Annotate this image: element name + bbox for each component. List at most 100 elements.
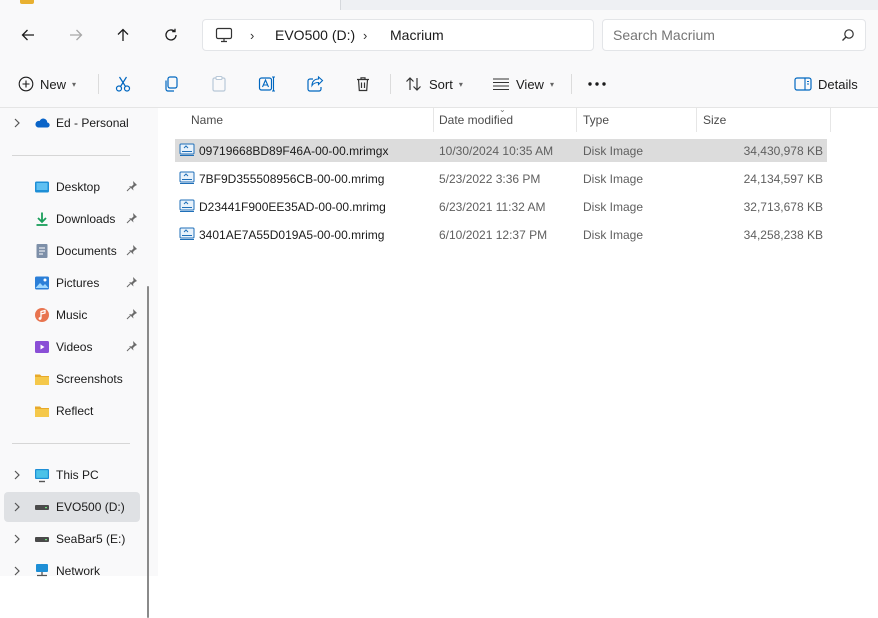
column-header-size[interactable]: Size	[697, 108, 830, 132]
nav-label: Pictures	[56, 276, 100, 290]
file-list: Name ⌄ Date modified Type Size 09719668B…	[158, 105, 878, 576]
column-divider[interactable]	[830, 108, 831, 132]
pictures-icon	[35, 276, 49, 290]
file-row[interactable]: 3401AE7A55D019A5-00-00.mrimg 6/10/2021 1…	[175, 223, 827, 246]
tab-strip	[0, 0, 878, 10]
back-button[interactable]	[15, 23, 41, 47]
delete-button[interactable]	[354, 72, 372, 96]
view-label: View	[516, 76, 544, 92]
file-type: Disk Image	[583, 172, 644, 186]
cut-button[interactable]	[114, 72, 132, 96]
pin-icon[interactable]	[126, 276, 138, 288]
more-button[interactable]	[587, 72, 607, 96]
share-button[interactable]	[306, 72, 324, 96]
file-size: 32,713,678 KB	[743, 200, 823, 214]
file-date: 5/23/2022 3:36 PM	[439, 172, 541, 186]
nav-item-seabar5-drive[interactable]: SeaBar5 (E:)	[4, 524, 140, 554]
view-button[interactable]: View ▾	[492, 72, 554, 96]
copy-button[interactable]	[162, 72, 180, 96]
nav-item-network[interactable]: Network	[4, 556, 140, 586]
nav-item-ed-personal[interactable]: Ed - Personal	[4, 108, 140, 138]
details-button[interactable]: Details	[794, 72, 858, 96]
breadcrumb-folder[interactable]: Macrium	[390, 27, 444, 43]
file-name: 3401AE7A55D019A5-00-00.mrimg	[199, 228, 385, 242]
details-pane-icon	[794, 77, 812, 91]
drive-icon	[35, 505, 49, 510]
nav-item-screenshots[interactable]: Screenshots	[4, 364, 140, 394]
file-size: 34,430,978 KB	[743, 144, 823, 158]
disk-image-icon	[179, 143, 195, 156]
paste-button[interactable]	[210, 72, 228, 96]
pin-icon[interactable]	[126, 244, 138, 256]
nav-item-desktop[interactable]: Desktop	[4, 172, 140, 202]
search-icon	[842, 29, 854, 41]
nav-item-pictures[interactable]: Pictures	[4, 268, 140, 298]
nav-item-reflect[interactable]: Reflect	[4, 396, 140, 426]
sort-button[interactable]: Sort ▾	[405, 72, 463, 96]
column-header-date-modified[interactable]: Date modified	[433, 108, 576, 132]
nav-item-downloads[interactable]: Downloads	[4, 204, 140, 234]
file-date: 6/10/2021 12:37 PM	[439, 228, 548, 242]
nav-item-videos[interactable]: Videos	[4, 332, 140, 362]
nav-label: Desktop	[56, 180, 101, 194]
pin-icon[interactable]	[126, 212, 138, 224]
file-date: 6/23/2021 11:32 AM	[439, 200, 546, 214]
view-icon	[493, 78, 509, 91]
trash-icon	[357, 77, 369, 92]
file-row[interactable]: 09719668BD89F46A-00-00.mrimgx 10/30/2024…	[175, 139, 827, 162]
nav-item-this-pc[interactable]: This PC	[4, 460, 140, 490]
copy-icon	[165, 76, 178, 92]
sort-icon	[406, 77, 421, 91]
breadcrumb-drive[interactable]: EVO500 (D:)	[275, 27, 355, 43]
column-label: Date modified	[439, 113, 514, 127]
file-row[interactable]: D23441F900EE35AD-00-00.mrimg 6/23/2021 1…	[175, 195, 827, 218]
divider	[571, 74, 572, 94]
more-icon	[588, 82, 606, 86]
divider	[12, 443, 130, 444]
chevron-right-icon	[14, 566, 20, 576]
navigation-pane: Ed - Personal Desktop Downloads Document…	[0, 108, 158, 618]
onedrive-icon	[35, 118, 50, 128]
downloads-icon	[36, 212, 48, 226]
nav-label: Documents	[56, 244, 117, 258]
forward-button[interactable]	[63, 23, 89, 47]
up-button[interactable]	[110, 23, 136, 47]
file-name: D23441F900EE35AD-00-00.mrimg	[199, 200, 386, 214]
chevron-right-icon	[14, 502, 20, 512]
nav-label: Music	[56, 308, 88, 322]
nav-label: Downloads	[56, 212, 116, 226]
file-type: Disk Image	[583, 228, 644, 242]
nav-item-documents[interactable]: Documents	[4, 236, 140, 266]
column-header-type[interactable]: Type	[577, 108, 696, 132]
arrow-up-icon	[117, 28, 129, 41]
rename-button[interactable]	[258, 72, 276, 96]
arrow-left-icon	[21, 29, 34, 41]
file-size: 34,258,238 KB	[743, 228, 823, 242]
folder-icon	[20, 0, 34, 4]
computer-icon	[215, 27, 233, 43]
chevron-right-icon	[14, 118, 20, 128]
pin-icon[interactable]	[126, 180, 138, 192]
pin-icon[interactable]	[126, 340, 138, 352]
refresh-button[interactable]	[158, 23, 184, 47]
divider	[98, 74, 99, 94]
nav-item-music[interactable]: Music	[4, 300, 140, 330]
new-button[interactable]: New ▾	[18, 72, 76, 96]
nav-label: Reflect	[56, 404, 94, 418]
file-row[interactable]: 7BF9D355508956CB-00-00.mrimg 5/23/2022 3…	[175, 167, 827, 190]
tab-macrium[interactable]	[0, 0, 341, 10]
file-size: 24,134,597 KB	[743, 172, 823, 186]
column-header-name[interactable]: Name	[185, 108, 433, 132]
nav-scrollbar[interactable]	[147, 286, 149, 618]
command-bar: New ▾ Sort ▾ View ▾ Details	[0, 60, 878, 108]
address-bar[interactable]: › EVO500 (D:) › Macrium	[202, 19, 594, 51]
chevron-right-icon	[14, 470, 20, 480]
search-input[interactable]	[611, 26, 835, 44]
share-icon	[307, 75, 324, 92]
disk-image-icon	[179, 227, 195, 240]
chevron-down-icon: ▾	[72, 79, 77, 89]
search-box[interactable]	[602, 19, 866, 51]
pin-icon[interactable]	[126, 308, 138, 320]
column-label: Name	[191, 113, 224, 127]
nav-item-evo500-drive[interactable]: EVO500 (D:)	[4, 492, 140, 522]
